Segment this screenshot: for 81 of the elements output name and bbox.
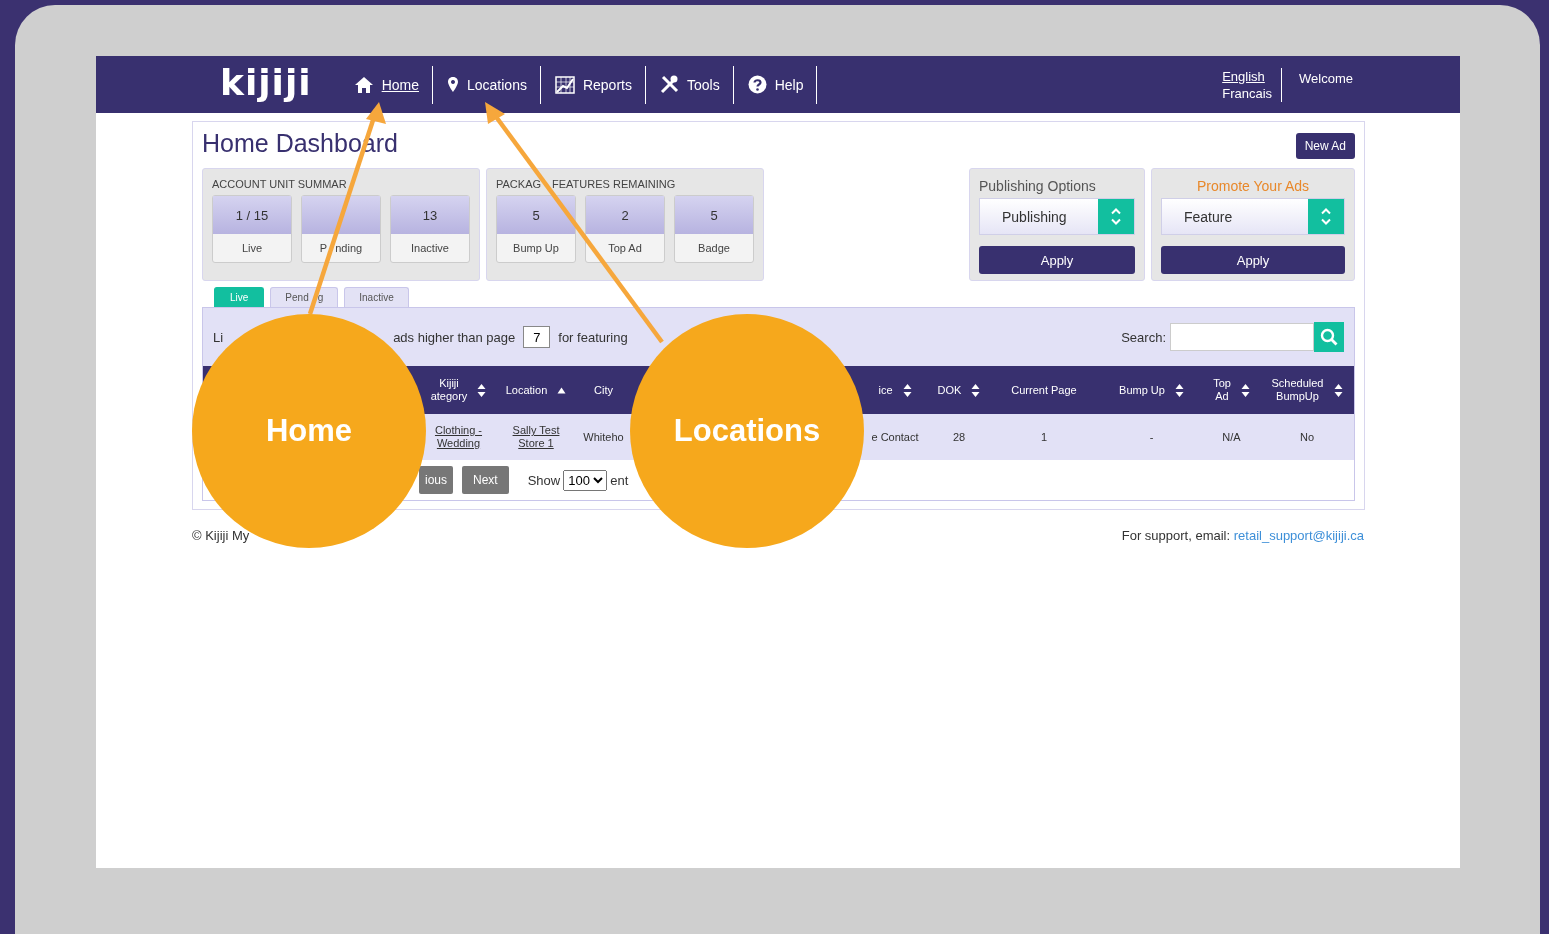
panel-heading: ACCOUNT UNIT SUMMAR <box>212 178 348 190</box>
stat-value: 13 <box>391 196 469 234</box>
column-header[interactable]: Scheduled BumpUp <box>1271 377 1324 403</box>
nav-link[interactable]: Help <box>747 65 818 104</box>
apply-button[interactable]: Apply <box>1161 246 1345 274</box>
filter-label: for featuring <box>558 329 628 345</box>
sort-icon <box>1240 382 1250 398</box>
email-link[interactable]: retail_support@kijiji.ca <box>1233 528 1364 543</box>
table-link[interactable]: Clothing - Wedding <box>434 424 483 450</box>
new-ad-button[interactable]: New Ad <box>1295 133 1355 159</box>
search-field[interactable] <box>1170 323 1314 351</box>
stat-label: Top Ad <box>607 241 643 256</box>
copyright-text: © Kijiji My <box>192 528 250 543</box>
column-header[interactable]: Current Page <box>1011 383 1077 397</box>
table-link[interactable]: Sally Test Store 1 <box>512 424 560 450</box>
list-title: Li <box>213 329 224 345</box>
welcome-text: Welcome <box>1298 70 1353 86</box>
tab[interactable]: Inactive <box>344 287 409 307</box>
chart-icon <box>554 75 575 94</box>
nav-link[interactable]: Locations <box>447 65 541 104</box>
column-header[interactable]: DOK <box>937 383 962 397</box>
column-header[interactable]: Location <box>505 383 548 397</box>
next-button[interactable]: Next <box>462 466 509 494</box>
stat-label: Bump Up <box>512 241 560 256</box>
nav-link[interactable]: Reports <box>554 65 646 104</box>
stat-label: Badge <box>697 241 731 256</box>
panel-heading: FEATURES REMAINING <box>552 178 676 190</box>
sort-icon <box>1174 382 1184 398</box>
table-cell: e Contact <box>871 430 919 444</box>
language-link[interactable]: English <box>1222 67 1265 85</box>
kijiji-logo[interactable]: kijiji <box>220 64 312 105</box>
help-icon <box>747 75 767 94</box>
stat-label: nding <box>335 242 363 254</box>
column-header[interactable]: ice <box>878 383 893 397</box>
show-label: Show <box>527 472 561 488</box>
table-cell: No <box>1299 430 1315 444</box>
sort-icon <box>971 382 981 398</box>
home-icon <box>353 75 374 94</box>
table-cell: Whiteho <box>583 430 624 444</box>
map-pin-icon <box>447 76 459 93</box>
spinner-icon <box>1308 199 1344 234</box>
sort-icon <box>477 382 487 398</box>
table-cell: - <box>1149 430 1154 444</box>
stat-value: 1 / 15 <box>213 196 291 234</box>
stat-value: 2 <box>586 196 664 234</box>
filter-label: ads higher than page <box>393 329 516 345</box>
page-input[interactable]: 7 <box>523 326 551 348</box>
tools-icon <box>659 75 679 94</box>
search-label: Search: <box>1121 329 1166 345</box>
previous-button[interactable]: ious <box>419 466 453 494</box>
stat-label: Inactive <box>410 241 450 256</box>
panel-heading: PACKAG <box>496 178 542 190</box>
spinner-icon <box>1098 199 1134 234</box>
stat-label: Live <box>240 241 264 256</box>
tab[interactable]: Pend g <box>270 287 339 307</box>
column-header[interactable]: Bump Up <box>1119 383 1165 397</box>
stat-value: 5 <box>675 196 753 234</box>
entries-label: ent <box>610 472 629 488</box>
stat-label: P <box>319 242 328 254</box>
sort-icon <box>902 382 912 398</box>
table-cell: 28 <box>952 430 966 444</box>
nav-link[interactable]: Tools <box>659 65 734 104</box>
panel-heading: Publishing Options <box>979 178 1097 194</box>
nav-link[interactable]: Home <box>353 65 433 104</box>
sort-icon <box>557 386 567 394</box>
stat-value: 5 <box>497 196 575 234</box>
table-cell: N/A <box>1222 430 1241 444</box>
table-cell: 1 <box>1040 430 1048 444</box>
search-icon <box>1320 328 1338 346</box>
select-field[interactable]: Publishing <box>979 198 1135 235</box>
page-size-select[interactable]: 100 <box>563 469 608 491</box>
column-header[interactable]: Top Ad <box>1213 377 1231 403</box>
panel-heading: Promote Your Ads <box>1195 178 1311 194</box>
sort-icon <box>1333 382 1343 398</box>
apply-button[interactable]: Apply <box>979 246 1135 274</box>
language-link[interactable]: Francais <box>1222 84 1273 102</box>
support-text: For support, email: retail_support@kijiji.ca <box>1121 528 1364 543</box>
search-button[interactable] <box>1314 322 1344 352</box>
select-field[interactable]: Feature <box>1161 198 1345 235</box>
column-header[interactable]: City <box>594 383 613 397</box>
column-header[interactable]: Kijiji ategory <box>430 377 468 403</box>
